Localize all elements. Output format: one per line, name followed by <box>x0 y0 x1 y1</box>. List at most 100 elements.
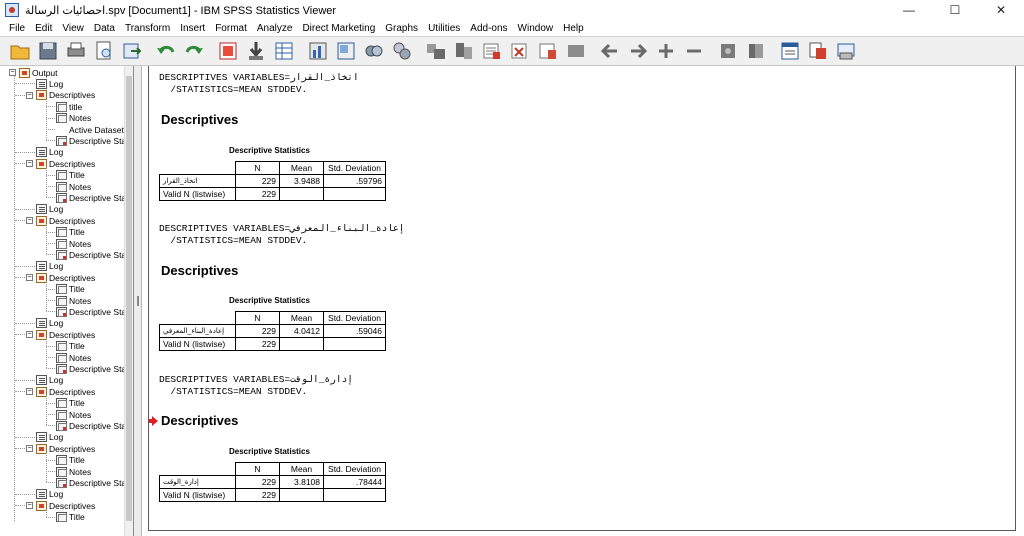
outline-item[interactable]: Log <box>26 261 63 272</box>
new-page-icon[interactable] <box>832 39 860 63</box>
menu-insert[interactable]: Insert <box>175 23 210 34</box>
outline-root[interactable]: − Output <box>9 67 58 78</box>
splitter-grip[interactable] <box>137 296 139 306</box>
show-all-items-icon[interactable] <box>714 39 742 63</box>
outline-item[interactable]: Descriptive Sta <box>56 420 126 431</box>
collapse-icon[interactable] <box>450 39 478 63</box>
open-icon[interactable] <box>6 39 34 63</box>
outline-item[interactable]: − Descriptives <box>26 329 95 340</box>
collapse-toggle-icon[interactable]: − <box>26 274 33 282</box>
syntax-log[interactable]: DESCRIPTIVES VARIABLES=اتخاذ_القرار /STA… <box>159 72 359 96</box>
collapse-toggle-icon[interactable]: − <box>26 331 33 339</box>
print-preview-icon[interactable] <box>90 39 118 63</box>
save-icon[interactable] <box>34 39 62 63</box>
outline-item[interactable]: Notes <box>56 113 91 124</box>
outline-item[interactable]: − Descriptives <box>26 158 95 169</box>
outline-item[interactable]: Log <box>26 78 63 89</box>
descriptive-statistics-table[interactable]: N Mean Std. Deviation اتخاذ_القرار 229 3… <box>159 161 386 201</box>
outline-item[interactable]: Title <box>56 398 85 409</box>
outline-item[interactable]: − Descriptives <box>26 386 95 397</box>
collapse-toggle-icon[interactable]: − <box>9 69 16 76</box>
outline-item[interactable]: Notes <box>56 238 91 249</box>
menu-help[interactable]: Help <box>558 23 589 34</box>
outline-item[interactable]: Notes <box>56 295 91 306</box>
collapse-toggle-icon[interactable]: − <box>26 91 33 99</box>
outline-item[interactable]: Notes <box>56 352 91 363</box>
outline-item[interactable]: Title <box>56 455 85 466</box>
goto-case-icon[interactable] <box>242 39 270 63</box>
outline-item[interactable]: Log <box>26 147 63 158</box>
menu-data[interactable]: Data <box>89 23 120 34</box>
maximize-button[interactable]: ☐ <box>932 0 978 20</box>
previous-icon[interactable] <box>596 39 624 63</box>
export-icon[interactable] <box>118 39 146 63</box>
output-outline-pane[interactable]: − Output Log − Descriptives title Notes Active … <box>0 66 134 536</box>
descriptive-statistics-table[interactable]: N Mean Std. Deviation إعادة_البناء_المعر… <box>159 311 386 351</box>
demote-icon[interactable] <box>680 39 708 63</box>
insert-text-icon[interactable] <box>478 39 506 63</box>
outline-item[interactable]: Descriptive Sta <box>56 477 126 488</box>
outline-item[interactable]: Log <box>26 318 63 329</box>
show-all-icon[interactable] <box>360 39 388 63</box>
outline-scrollbar[interactable] <box>124 66 133 536</box>
redo-icon[interactable] <box>180 39 208 63</box>
menu-graphs[interactable]: Graphs <box>380 23 423 34</box>
insert-chart-icon[interactable] <box>534 39 562 63</box>
insert-title-icon[interactable] <box>506 39 534 63</box>
outline-item[interactable]: − Descriptives <box>26 90 95 101</box>
outline-item[interactable]: Title <box>56 284 85 295</box>
new-title-icon[interactable] <box>804 39 832 63</box>
outline-item[interactable]: Log <box>26 489 63 500</box>
next-icon[interactable] <box>624 39 652 63</box>
menu-edit[interactable]: Edit <box>30 23 57 34</box>
outline-item[interactable]: Descriptive Sta <box>56 249 126 260</box>
outline-item[interactable]: − Descriptives <box>26 215 95 226</box>
menu-file[interactable]: File <box>4 23 30 34</box>
outline-item[interactable]: Title <box>56 512 85 523</box>
expand-icon[interactable] <box>422 39 450 63</box>
outline-item[interactable]: Descriptive Sta <box>56 192 126 203</box>
descriptives-heading[interactable]: Descriptives <box>161 263 238 278</box>
menu-window[interactable]: Window <box>513 23 559 34</box>
outline-item[interactable]: title <box>56 101 82 112</box>
promote-icon[interactable] <box>652 39 680 63</box>
menu-transform[interactable]: Transform <box>120 23 175 34</box>
designate-window-icon[interactable] <box>562 39 590 63</box>
menu-analyze[interactable]: Analyze <box>252 23 298 34</box>
value-labels-icon[interactable] <box>388 39 416 63</box>
goto-data-icon[interactable] <box>214 39 242 63</box>
variables-icon[interactable] <box>270 39 298 63</box>
outline-item[interactable]: Notes <box>56 466 91 477</box>
undo-icon[interactable] <box>152 39 180 63</box>
menu-direct-marketing[interactable]: Direct Marketing <box>297 23 380 34</box>
descriptives-heading[interactable]: Descriptives <box>161 112 238 127</box>
outline-item[interactable]: Descriptive Sta <box>56 135 126 146</box>
outline-item[interactable]: Title <box>56 227 85 238</box>
syntax-log[interactable]: DESCRIPTIVES VARIABLES=إدارة_الوقت /STAT… <box>159 374 353 398</box>
chart-builder-icon[interactable] <box>304 39 332 63</box>
outline-item[interactable]: Log <box>26 432 63 443</box>
collapse-toggle-icon[interactable]: − <box>26 217 33 225</box>
hide-items-icon[interactable] <box>742 39 770 63</box>
output-content-pane[interactable]: DESCRIPTIVES VARIABLES=اتخاذ_القرار /STA… <box>142 66 1024 536</box>
outline-item[interactable]: Descriptive Sta <box>56 363 126 374</box>
outline-scrollbar-thumb[interactable] <box>126 76 132 521</box>
minimize-button[interactable]: — <box>886 0 932 20</box>
descriptives-heading[interactable]: Descriptives <box>161 413 238 428</box>
outline-item[interactable]: Notes <box>56 409 91 420</box>
outline-item[interactable]: Title <box>56 341 85 352</box>
menu-utilities[interactable]: Utilities <box>423 23 465 34</box>
collapse-toggle-icon[interactable]: − <box>26 502 33 510</box>
descriptive-statistics-table[interactable]: N Mean Std. Deviation إدارة_الوقت 229 3.… <box>159 462 386 502</box>
select-cases-icon[interactable] <box>332 39 360 63</box>
menu-format[interactable]: Format <box>210 23 252 34</box>
print-icon[interactable] <box>62 39 90 63</box>
close-button[interactable]: ✕ <box>978 0 1024 20</box>
outline-item[interactable]: − Descriptives <box>26 272 95 283</box>
collapse-toggle-icon[interactable]: − <box>26 445 33 453</box>
outline-item[interactable]: − Descriptives <box>26 500 95 511</box>
outline-item[interactable]: − Descriptives <box>26 443 95 454</box>
outline-item[interactable]: Log <box>26 204 63 215</box>
outline-item[interactable]: Descriptive Sta <box>56 306 126 317</box>
collapse-toggle-icon[interactable]: − <box>26 160 33 168</box>
